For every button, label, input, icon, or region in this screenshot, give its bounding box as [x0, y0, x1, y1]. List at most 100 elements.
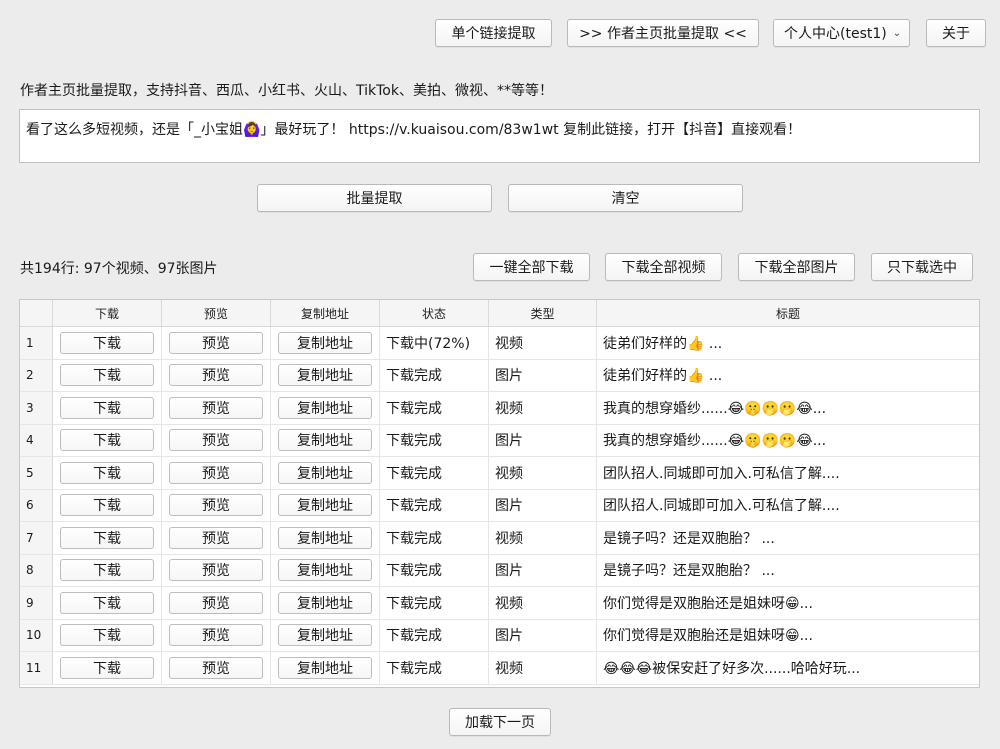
row-preview-button-cell: 预览 — [162, 424, 271, 456]
batch-extract-button[interactable]: 批量提取 — [257, 184, 492, 212]
row-copy-url-button[interactable]: 复制地址 — [278, 624, 372, 647]
table-row[interactable]: 10 下载 预览 复制地址 下载完成 图片 你们觉得是双胞胎还是姐妹呀😁... — [20, 619, 979, 652]
row-download-button-cell: 下载 — [53, 327, 162, 359]
row-preview-button[interactable]: 预览 — [169, 656, 263, 679]
row-status: 下载完成 — [380, 489, 489, 521]
download-selected-button[interactable]: 只下载选中 — [871, 253, 973, 281]
author-batch-extract-button[interactable]: >> 作者主页批量提取 << — [567, 19, 759, 47]
row-type: 图片 — [489, 554, 597, 586]
row-copy-url-button[interactable]: 复制地址 — [278, 429, 372, 452]
load-next-page-button[interactable]: 加载下一页 — [449, 708, 551, 736]
row-preview-button[interactable]: 预览 — [169, 461, 263, 484]
row-preview-button[interactable]: 预览 — [169, 364, 263, 387]
table-row[interactable]: 4 下载 预览 复制地址 下载完成 图片 我真的想穿婚纱......😂🤫🫢🫢😂... — [20, 424, 979, 457]
table-row[interactable]: 1 下载 预览 复制地址 下载中(72%) 视频 徒弟们好样的👍 ... — [20, 327, 979, 360]
account-select[interactable]: 个人中心(test1) ⌄ — [773, 19, 910, 47]
table-row[interactable]: 6 下载 预览 复制地址 下载完成 图片 团队招人.同城即可加入.可私信了解.... — [20, 489, 979, 522]
download-all-videos-button[interactable]: 下载全部视频 — [605, 253, 722, 281]
row-index: 6 — [20, 489, 53, 521]
row-type: 视频 — [489, 587, 597, 619]
download-all-images-button[interactable]: 下载全部图片 — [738, 253, 855, 281]
table-row[interactable]: 11 下载 预览 复制地址 下载完成 视频 😂😂😂被保安赶了好多次......哈哈好玩... — [20, 652, 979, 685]
row-copy-url-button-cell: 复制地址 — [271, 359, 380, 391]
table-row[interactable]: 5 下载 预览 复制地址 下载完成 视频 团队招人.同城即可加入.可私信了解.... — [20, 457, 979, 490]
row-title: 徒弟们好样的👍 ... — [603, 368, 723, 385]
row-download-button[interactable]: 下载 — [60, 331, 154, 354]
single-link-extract-button[interactable]: 单个链接提取 — [435, 19, 552, 47]
account-select-value: 个人中心(test1) — [784, 26, 887, 42]
row-preview-button-cell: 预览 — [162, 392, 271, 424]
row-copy-url-button-cell: 复制地址 — [271, 522, 380, 554]
clear-button[interactable]: 清空 — [508, 184, 743, 212]
row-index: 7 — [20, 522, 53, 554]
row-copy-url-button[interactable]: 复制地址 — [278, 461, 372, 484]
row-download-button[interactable]: 下载 — [60, 494, 154, 517]
row-download-button-cell: 下载 — [53, 619, 162, 651]
row-copy-url-button[interactable]: 复制地址 — [278, 494, 372, 517]
table-row[interactable]: 2 下载 预览 复制地址 下载完成 图片 徒弟们好样的👍 ... — [20, 359, 979, 392]
row-copy-url-button-cell: 复制地址 — [271, 424, 380, 456]
feature-description: 作者主页批量提取，支持抖音、西瓜、小红书、火山、TikTok、美拍、微视、**等… — [20, 83, 553, 99]
row-preview-button[interactable]: 预览 — [169, 396, 263, 419]
row-download-button[interactable]: 下载 — [60, 559, 154, 582]
row-status: 下载完成 — [380, 359, 489, 391]
row-download-button-cell: 下载 — [53, 424, 162, 456]
row-preview-button[interactable]: 预览 — [169, 624, 263, 647]
row-download-button[interactable]: 下载 — [60, 526, 154, 549]
chevron-down-icon: ⌄ — [892, 27, 902, 39]
row-preview-button-cell: 预览 — [162, 587, 271, 619]
header-index — [20, 300, 53, 326]
row-copy-url-button[interactable]: 复制地址 — [278, 656, 372, 679]
row-download-button[interactable]: 下载 — [60, 656, 154, 679]
table-row[interactable]: 7 下载 预览 复制地址 下载完成 视频 是镜子吗？还是双胞胎？ ... — [20, 522, 979, 555]
row-preview-button-cell: 预览 — [162, 619, 271, 651]
row-copy-url-button[interactable]: 复制地址 — [278, 396, 372, 419]
link-input[interactable]: 看了这么多短视频，还是「_小宝姐🙆‍♀️」最好玩了！ https://v.kua… — [19, 109, 980, 163]
row-download-button[interactable]: 下载 — [60, 461, 154, 484]
row-status: 下载完成 — [380, 652, 489, 684]
row-preview-button-cell: 预览 — [162, 554, 271, 586]
table-header: 下载 预览 复制地址 状态 类型 标题 — [20, 300, 979, 327]
row-index: 4 — [20, 424, 53, 456]
row-title: 😂😂😂被保安赶了好多次......哈哈好玩... — [603, 660, 861, 677]
row-copy-url-button[interactable]: 复制地址 — [278, 364, 372, 387]
row-status: 下载完成 — [380, 587, 489, 619]
about-button[interactable]: 关于 — [926, 19, 986, 47]
row-index: 1 — [20, 327, 53, 359]
row-copy-url-button[interactable]: 复制地址 — [278, 559, 372, 582]
row-preview-button-cell: 预览 — [162, 522, 271, 554]
table-row[interactable]: 3 下载 预览 复制地址 下载完成 视频 我真的想穿婚纱......😂🤫🫢🫢😂... — [20, 392, 979, 425]
row-title: 徒弟们好样的👍 ... — [603, 335, 723, 352]
row-title: 我真的想穿婚纱......😂🤫🫢🫢😂... — [603, 433, 827, 450]
row-preview-button[interactable]: 预览 — [169, 559, 263, 582]
results-table: 下载 预览 复制地址 状态 类型 标题 1 下载 预览 复制地址 下载中(72%) 视频徒… — [19, 299, 980, 688]
row-copy-url-button[interactable]: 复制地址 — [278, 591, 372, 614]
row-copy-url-button[interactable]: 复制地址 — [278, 331, 372, 354]
row-preview-button[interactable]: 预览 — [169, 494, 263, 517]
table-row[interactable]: 9 下载 预览 复制地址 下载完成 视频 你们觉得是双胞胎还是姐妹呀😁... — [20, 587, 979, 620]
row-copy-url-button-cell: 复制地址 — [271, 392, 380, 424]
header-download: 下载 — [53, 300, 162, 326]
row-download-button[interactable]: 下载 — [60, 624, 154, 647]
row-preview-button[interactable]: 预览 — [169, 429, 263, 452]
row-preview-button[interactable]: 预览 — [169, 591, 263, 614]
row-title: 你们觉得是双胞胎还是姐妹呀😁... — [603, 628, 813, 645]
row-download-button[interactable]: 下载 — [60, 591, 154, 614]
row-download-button[interactable]: 下载 — [60, 396, 154, 419]
row-download-button[interactable]: 下载 — [60, 429, 154, 452]
row-title: 是镜子吗？还是双胞胎？ ... — [603, 563, 775, 580]
row-download-button[interactable]: 下载 — [60, 364, 154, 387]
row-title: 你们觉得是双胞胎还是姐妹呀😁... — [603, 595, 813, 612]
row-index: 11 — [20, 652, 53, 684]
row-preview-button[interactable]: 预览 — [169, 526, 263, 549]
row-preview-button[interactable]: 预览 — [169, 331, 263, 354]
row-title: 是镜子吗？还是双胞胎？ ... — [603, 530, 775, 547]
row-preview-button-cell: 预览 — [162, 327, 271, 359]
row-download-button-cell: 下载 — [53, 489, 162, 521]
row-type: 视频 — [489, 457, 597, 489]
row-copy-url-button[interactable]: 复制地址 — [278, 526, 372, 549]
table-row[interactable]: 8 下载 预览 复制地址 下载完成 图片 是镜子吗？还是双胞胎？ ... — [20, 554, 979, 587]
row-preview-button-cell: 预览 — [162, 652, 271, 684]
header-copy-url: 复制地址 — [271, 300, 380, 326]
download-all-button[interactable]: 一键全部下载 — [473, 253, 590, 281]
